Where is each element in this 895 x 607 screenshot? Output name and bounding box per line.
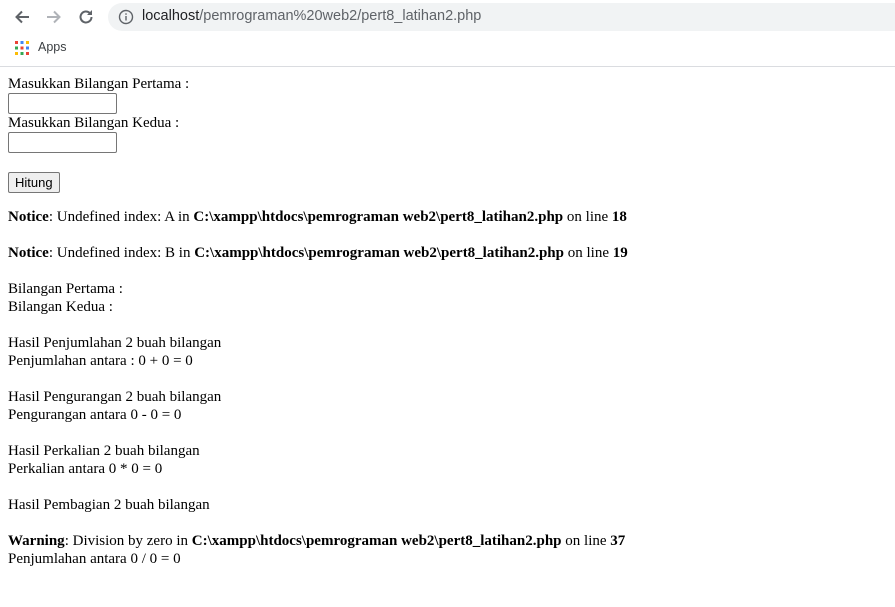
info-icon[interactable] <box>118 9 134 25</box>
second-number-output: Bilangan Kedua : <box>8 299 113 315</box>
multiplication-result: Perkalian antara 0 * 0 = 0 <box>8 461 163 477</box>
apps-bookmark[interactable]: Apps <box>38 40 67 54</box>
warning-on-line: on line <box>561 533 611 549</box>
reload-button[interactable] <box>74 5 98 29</box>
subtraction-result: Pengurangan antara 0 - 0 = 0 <box>8 407 182 423</box>
warning-text: : Division by zero in <box>64 533 192 549</box>
url-path: /pemrograman%20web2/pert8_latihan2.php <box>199 8 482 24</box>
multiplication-title: Hasil Perkalian 2 buah bilangan <box>8 443 200 459</box>
second-number-label: Masukkan Bilangan Kedua : <box>8 115 180 131</box>
forward-arrow-icon <box>47 10 61 24</box>
notice-text: : Undefined index: A in <box>48 209 194 225</box>
bookmarks-bar: Apps <box>0 36 895 62</box>
first-number-label: Masukkan Bilangan Pertama : <box>8 76 190 92</box>
subtraction-title: Hasil Pengurangan 2 buah bilangan <box>8 389 222 405</box>
warning-line-number: 37 <box>610 533 626 549</box>
apps-grid-icon[interactable] <box>15 41 29 55</box>
notice-text: : Undefined index: B in <box>48 245 195 261</box>
second-number-input[interactable] <box>8 132 117 153</box>
notice-type: Notice <box>8 209 49 225</box>
calculate-button[interactable]: Hitung <box>8 172 60 193</box>
notice-line-number: 18 <box>611 209 627 225</box>
addition-result: Penjumlahan antara : 0 + 0 = 0 <box>8 353 193 369</box>
first-number-input[interactable] <box>8 93 117 114</box>
page-content: Masukkan Bilangan Pertama : Masukkan Bil… <box>8 75 888 568</box>
notice-message: Notice: Undefined index: A in C:\xampp\h… <box>8 208 888 226</box>
back-button[interactable] <box>10 5 34 29</box>
notice-message: Notice: Undefined index: B in C:\xampp\h… <box>8 244 888 262</box>
notice-on-line: on line <box>563 209 612 225</box>
url-text[interactable]: localhost/pemrograman%20web2/pert8_latih… <box>142 8 481 24</box>
address-bar[interactable]: localhost/pemrograman%20web2/pert8_latih… <box>108 3 895 31</box>
division-result: Penjumlahan antara 0 / 0 = 0 <box>8 551 181 567</box>
first-number-output: Bilangan Pertama : <box>8 281 123 297</box>
notice-file: C:\xampp\htdocs\pemrograman web2\pert8_l… <box>193 209 564 225</box>
division-title: Hasil Pembagian 2 buah bilangan <box>8 497 210 513</box>
browser-chrome: localhost/pemrograman%20web2/pert8_latih… <box>0 0 895 67</box>
warning-type: Warning <box>8 533 65 549</box>
notice-line-number: 19 <box>612 245 628 261</box>
addition-title: Hasil Penjumlahan 2 buah bilangan <box>8 335 222 351</box>
notice-file: C:\xampp\htdocs\pemrograman web2\pert8_l… <box>194 245 564 261</box>
notice-on-line: on line <box>563 245 613 261</box>
back-arrow-icon <box>15 10 29 24</box>
forward-button[interactable] <box>42 5 66 29</box>
reload-icon <box>79 10 93 24</box>
url-host: localhost <box>142 8 200 24</box>
warning-message: Warning: Division by zero in C:\xampp\ht… <box>8 532 888 550</box>
notice-type: Notice <box>8 245 49 261</box>
warning-file: C:\xampp\htdocs\pemrograman web2\pert8_l… <box>191 533 562 549</box>
